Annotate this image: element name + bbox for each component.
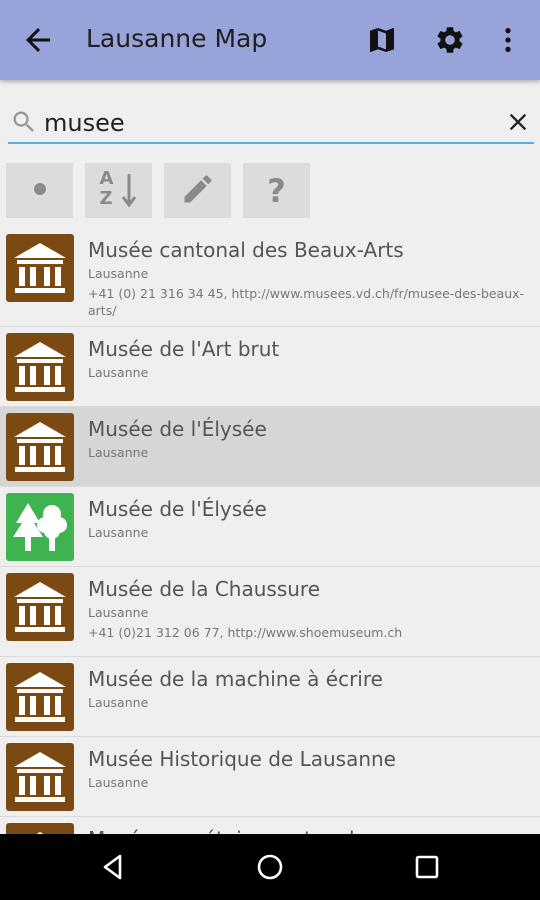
result-row[interactable]: Musée de la Chaussure Lausanne +41 (0)21 3… — [0, 567, 540, 657]
system-nav-bar — [0, 834, 540, 900]
result-name: Musée de l'Élysée — [88, 417, 267, 441]
result-city: Lausanne — [88, 445, 149, 460]
museum-icon — [6, 663, 74, 731]
museum-icon — [6, 234, 74, 302]
result-name: Musée Historique de Lausanne — [88, 747, 396, 771]
map-icon[interactable] — [364, 22, 400, 58]
overflow-menu-icon[interactable] — [490, 22, 526, 58]
result-city: Lausanne — [88, 775, 149, 790]
result-city: Lausanne — [88, 525, 149, 540]
result-row[interactable]: Musée de l'Élysée Lausanne — [0, 487, 540, 567]
app-bar: Lausanne Map — [0, 0, 540, 80]
search-icon — [10, 108, 38, 136]
result-row[interactable]: Musée cantonal des Beaux-Arts Lausanne +41… — [0, 228, 540, 327]
edit-pencil-icon — [180, 171, 216, 211]
museum-icon — [6, 573, 74, 641]
result-row[interactable]: Musée de l'Élysée Lausanne — [0, 407, 540, 487]
result-name: Musée monétaire cantonal — [88, 827, 355, 834]
back-arrow-icon[interactable] — [20, 22, 56, 58]
result-city: Lausanne — [88, 266, 149, 281]
result-row[interactable]: Musée de l'Art brut Lausanne — [0, 327, 540, 407]
sort-alphabetical-button[interactable]: A Z — [85, 163, 152, 218]
results-list: Musée cantonal des Beaux-Arts Lausanne +41… — [0, 228, 540, 834]
help-button[interactable]: ? — [243, 163, 310, 218]
park-trees-icon — [6, 493, 74, 561]
museum-icon — [6, 743, 74, 811]
museum-icon — [6, 333, 74, 401]
result-name: Musée de la machine à écrire — [88, 667, 383, 691]
help-icon: ? — [267, 171, 286, 210]
result-name: Musée de l'Élysée — [88, 497, 267, 521]
app-title: Lausanne Map — [86, 24, 268, 53]
sort-alpha-icon: A Z — [99, 167, 139, 211]
result-contact-info: +41 (0) 21 316 34 45, http://www.musees.… — [88, 286, 525, 318]
result-row[interactable]: Musée de la machine à écrire Lausanne — [0, 657, 540, 737]
search-input[interactable]: musee — [44, 109, 125, 137]
search-field[interactable]: musee — [8, 100, 534, 144]
nav-home-icon[interactable] — [254, 851, 286, 883]
sort-alpha-bottom: Z — [99, 187, 113, 209]
result-city: Lausanne — [88, 695, 149, 710]
nearby-filter-button[interactable] — [6, 163, 73, 218]
gear-icon[interactable] — [432, 22, 468, 58]
result-name: Musée cantonal des Beaux-Arts — [88, 238, 404, 262]
close-icon[interactable] — [504, 108, 532, 136]
result-city: Lausanne — [88, 605, 149, 620]
nav-back-icon[interactable] — [97, 851, 129, 883]
dot-icon — [33, 181, 47, 200]
edit-button[interactable] — [164, 163, 231, 218]
nav-recents-icon[interactable] — [411, 851, 443, 883]
museum-icon — [6, 413, 74, 481]
result-name: Musée de l'Art brut — [88, 337, 280, 361]
museum-icon — [6, 823, 74, 834]
result-row[interactable]: Musée Historique de Lausanne Lausanne — [0, 737, 540, 817]
result-row[interactable]: Musée monétaire cantonal — [0, 817, 540, 834]
result-name: Musée de la Chaussure — [88, 577, 321, 601]
result-city: Lausanne — [88, 365, 149, 380]
sort-alpha-top: A — [99, 167, 114, 189]
result-contact-info: +41 (0)21 312 06 77, http://www.shoemuse… — [88, 625, 403, 640]
